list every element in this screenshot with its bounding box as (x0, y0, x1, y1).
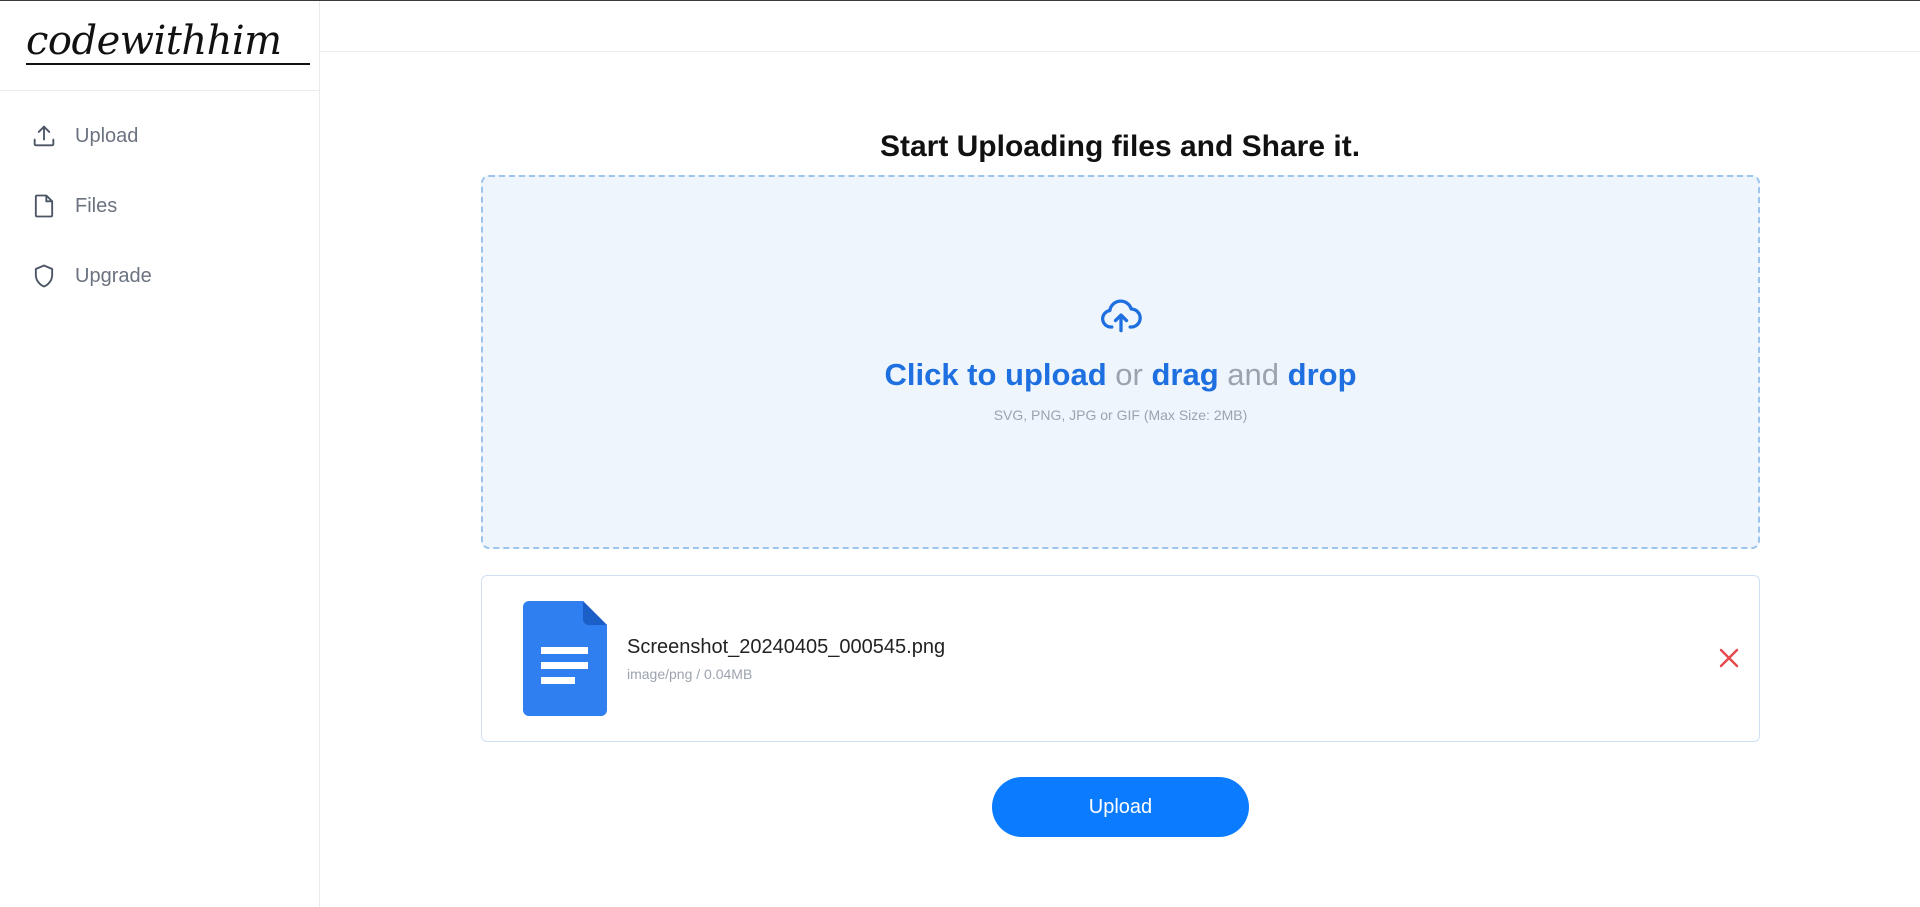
file-name: Screenshot_20240405_000545.png (627, 636, 946, 658)
remove-file-button[interactable] (1713, 642, 1745, 674)
sidebar-item-label: Files (75, 194, 118, 217)
close-icon (1719, 648, 1739, 668)
or-text: or (1115, 356, 1143, 392)
sidebar-item-label: Upgrade (75, 264, 152, 287)
sidebar-item-label: Upload (75, 124, 139, 147)
logo-area: codewithhim (0, 1, 319, 91)
upload-button[interactable]: Upload (992, 777, 1249, 837)
main-content: Start Uploading files and Share it. Clic… (320, 52, 1920, 907)
file-item: Screenshot_20240405_000545.png image/png… (481, 575, 1760, 742)
page-title: Start Uploading files and Share it. (879, 130, 1361, 164)
dropzone-headline: Click to upload or drag and drop (884, 357, 1356, 393)
sidebar-nav: Upload Files Upgrade (0, 91, 319, 311)
sidebar-item-upgrade[interactable]: Upgrade (0, 241, 319, 311)
upload-dropzone[interactable]: Click to upload or drag and drop SVG, PN… (481, 175, 1760, 549)
app-window: codewithhim Upload Files Upgrade Start U… (0, 0, 1920, 907)
drag-text: drag (1151, 356, 1219, 392)
dropzone-hint: SVG, PNG, JPG or GIF (Max Size: 2MB) (993, 406, 1248, 423)
sidebar-item-files[interactable]: Files (0, 171, 319, 241)
drop-text: drop (1287, 356, 1357, 392)
cloud-upload-icon (1099, 298, 1143, 343)
file-icon (30, 192, 58, 220)
file-meta: image/png / 0.04MB (627, 666, 753, 682)
upload-icon (30, 122, 58, 150)
and-text: and (1227, 356, 1280, 392)
shield-icon (30, 262, 58, 290)
top-bar (320, 1, 1920, 52)
sidebar: codewithhim Upload Files Upgrade (0, 1, 320, 907)
logo[interactable]: codewithhim (26, 19, 310, 65)
click-to-upload-link[interactable]: Click to upload (884, 357, 1106, 392)
sidebar-item-upload[interactable]: Upload (0, 101, 319, 171)
